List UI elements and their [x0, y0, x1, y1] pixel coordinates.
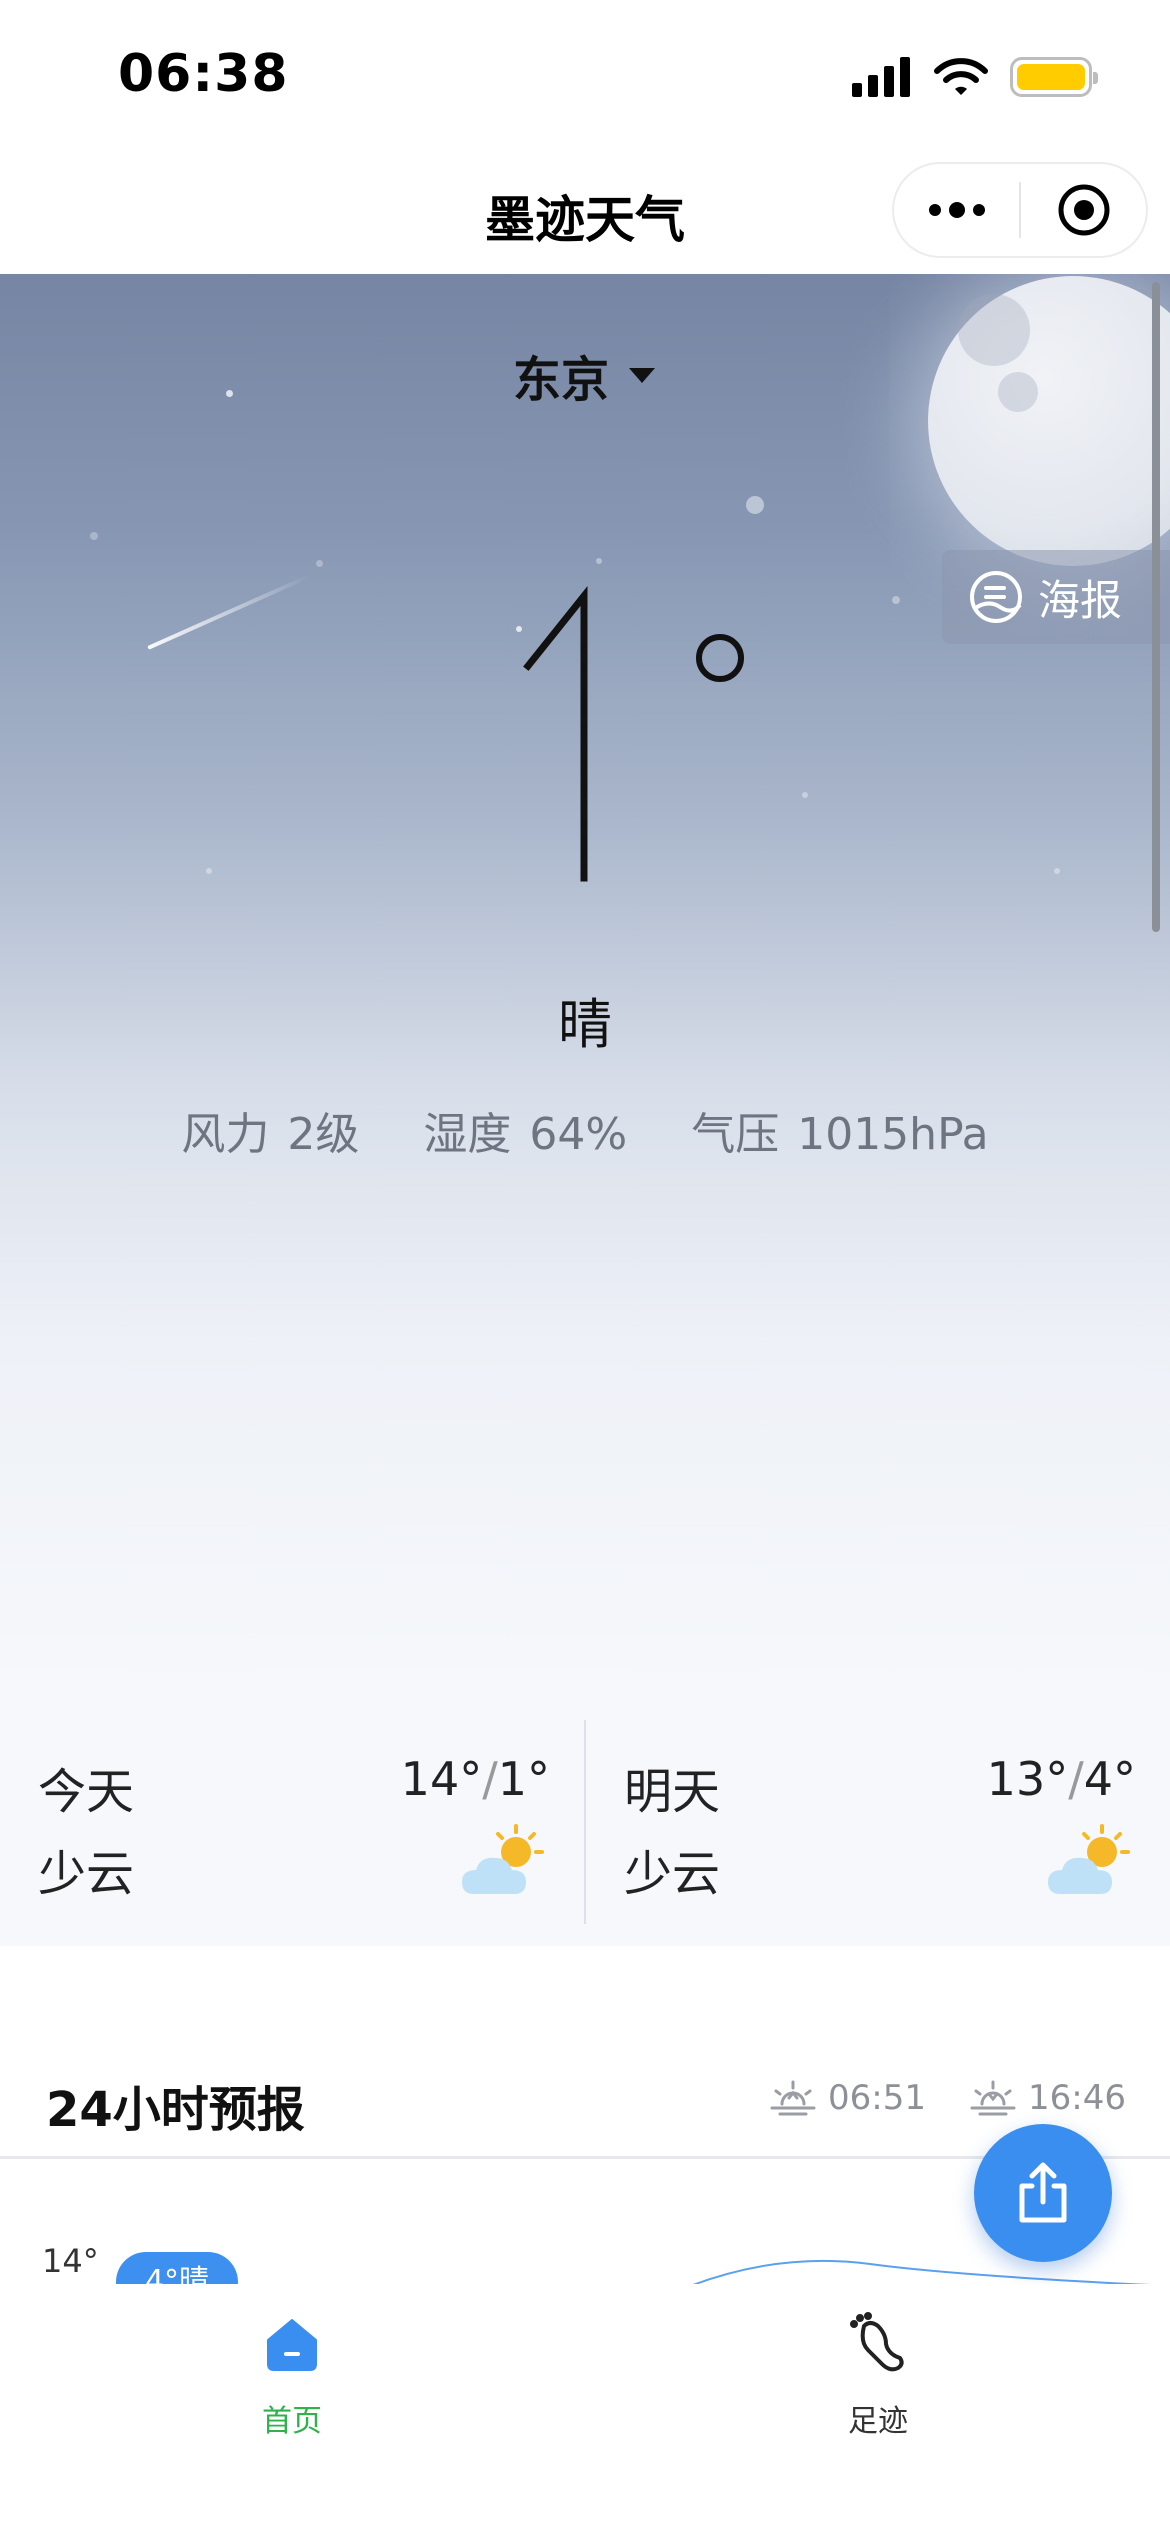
tab-bar: 首页 足迹 — [0, 2284, 1170, 2532]
current-condition: 晴 — [558, 993, 612, 1056]
sunrise: 06:51 — [770, 2078, 926, 2118]
two-day-summary: 今天 少云 14°/1° 明天 少云 13°/4° — [0, 1698, 1170, 1946]
metric-humidity: 湿度 64% — [423, 1109, 628, 1160]
footprint-icon — [850, 2312, 904, 2372]
poster-icon — [970, 571, 1022, 623]
wifi-icon — [934, 58, 988, 95]
poster-button[interactable]: 海报 — [942, 550, 1170, 644]
forecast-title: 24小时预报 — [46, 2082, 305, 2138]
sunset-time: 16:46 — [1028, 2078, 1126, 2118]
caret-down-icon — [629, 368, 655, 383]
day-condition: 少云 — [38, 1846, 135, 1902]
sunset: 16:46 — [970, 2078, 1126, 2118]
day-name: 明天 — [624, 1764, 721, 1820]
status-time: 06:38 — [118, 44, 289, 104]
partly-cloudy-icon — [1048, 1824, 1130, 1894]
day-card-tomorrow[interactable]: 明天 少云 13°/4° — [586, 1698, 1170, 1946]
share-button[interactable] — [974, 2124, 1112, 2262]
cellular-signal-icon — [852, 57, 910, 97]
partly-cloudy-icon — [462, 1824, 544, 1894]
metric-wind: 风力 2级 — [181, 1109, 360, 1160]
poster-label: 海报 — [1038, 575, 1123, 625]
battery-icon — [1010, 57, 1098, 97]
nav-bar: 墨迹天气 — [0, 150, 1170, 274]
day-temperature-range: 13°/4° — [986, 1752, 1136, 1806]
tab-footprint[interactable]: 足迹 — [728, 2304, 1028, 2440]
more-dots-icon — [928, 202, 985, 218]
tab-home[interactable]: 首页 — [142, 2304, 442, 2440]
sunset-icon — [970, 2080, 1016, 2116]
current-weather-panel: 东京 海报 1° 晴 风力2级 湿度64% 气压1015hPa — [0, 274, 1170, 1698]
day-card-today[interactable]: 今天 少云 14°/1° — [0, 1698, 584, 1946]
scrollbar[interactable] — [1152, 282, 1160, 932]
weather-metrics: 风力 2级 湿度 64% 气压 1015hPa — [0, 1098, 1170, 1162]
day-temperature-range: 14°/1° — [400, 1752, 550, 1806]
day-name: 今天 — [38, 1764, 135, 1820]
status-icons — [852, 50, 1098, 104]
share-icon — [1019, 2162, 1067, 2223]
moon-decoration — [928, 276, 1170, 566]
miniprogram-capsule — [892, 162, 1148, 258]
meteor-decoration — [147, 574, 310, 650]
city-selector[interactable]: 东京 — [0, 340, 1170, 410]
more-button[interactable] — [894, 164, 1019, 256]
metric-pressure: 气压 1015hPa — [691, 1109, 989, 1160]
tab-label: 足迹 — [848, 2404, 908, 2439]
tab-label: 首页 — [262, 2404, 322, 2439]
target-circle-icon — [1058, 184, 1109, 236]
day-condition: 少云 — [624, 1846, 721, 1902]
close-miniprogram-button[interactable] — [1021, 164, 1146, 256]
sunrise-icon — [770, 2080, 816, 2116]
current-temperature: 1° — [523, 586, 744, 882]
city-name: 东京 — [512, 352, 609, 408]
status-bar: 06:38 — [0, 0, 1170, 150]
sun-times: 06:51 16:46 — [770, 2078, 1126, 2118]
sunrise-time: 06:51 — [828, 2078, 927, 2118]
home-icon — [267, 2319, 317, 2371]
